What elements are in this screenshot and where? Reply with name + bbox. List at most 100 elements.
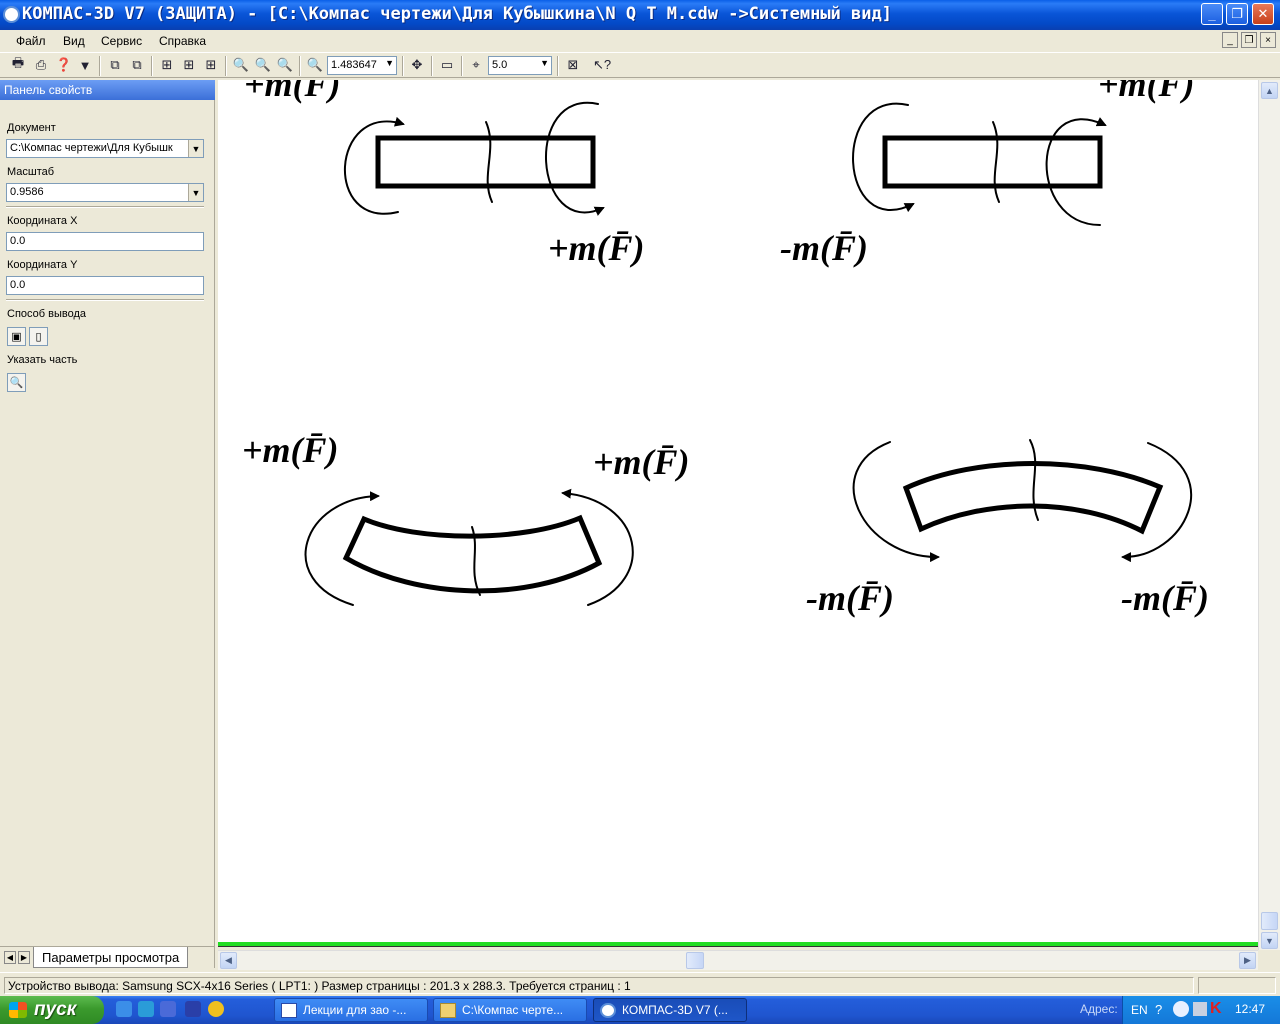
kaspersky-tray-icon[interactable]: K [1210,1000,1222,1018]
menu-view[interactable]: Вид [63,34,85,48]
tab-right-arrow-icon[interactable]: ▶ [18,951,30,964]
coord-y-label: Координата Y [7,259,78,271]
folder-icon [440,1003,456,1018]
mdi-close-button[interactable]: × [1260,32,1276,48]
help-tray-icon[interactable]: ? [1155,1002,1162,1017]
coord-x-value: 0.0 [10,235,26,247]
pan-move-icon[interactable]: ✥ [408,56,426,74]
toolbar-separator [225,56,227,76]
copy-pages-icon[interactable]: ⧉ [106,56,124,74]
kompas-app-icon[interactable] [3,6,20,23]
title-bar[interactable]: КОМПАС-3D V7 (ЗАЩИТА) - [C:\Компас черте… [0,0,1280,30]
moment-label: +m(F̄) [244,80,341,104]
save-disk-icon[interactable] [185,1001,201,1017]
zoom-icon[interactable]: 🔍 [232,56,250,74]
step-cursor-icon[interactable]: ⌖ [467,56,485,74]
media-player-icon[interactable] [208,1001,224,1017]
zoom-in-icon[interactable]: 🔍 [254,56,272,74]
vertical-scrollbar[interactable]: ▲ ▼ [1258,80,1280,950]
moment-label: +m(F̄) [1098,80,1195,104]
zoom-scale-icon[interactable]: 🔍 [306,56,324,74]
context-help-icon[interactable]: ↖? [593,56,611,74]
toolbar-separator [299,56,301,76]
internet-explorer-icon[interactable] [116,1001,132,1017]
scroll-right-icon[interactable]: ▶ [1239,952,1256,969]
beam-top-left [375,135,596,189]
start-button[interactable]: пуск [0,996,104,1024]
moment-arrow-right [561,488,634,606]
drawing-canvas[interactable]: +m(F̄) +m(F̄) +m(F̄) -m(F̄) +m(F̄) +m(F̄… [218,80,1258,942]
menu-help[interactable]: Справка [159,34,206,48]
taskbar-item-folder[interactable]: C:\Компас черте... [433,998,587,1022]
paste-pages-icon[interactable]: ⧉ [128,56,146,74]
vertical-scroll-thumb[interactable] [1261,912,1278,930]
toolbar-separator [402,56,404,76]
moment-label: -m(F̄) [1121,578,1209,618]
scroll-up-icon[interactable]: ▲ [1261,82,1278,99]
coord-y-input[interactable]: 0.0 [6,276,204,295]
restore-button[interactable]: ❐ [1226,3,1248,25]
outlook-icon[interactable] [138,1001,154,1017]
print-icon[interactable]: 🖶 [9,55,27,74]
network-tray-icon[interactable] [1193,1002,1207,1016]
taskbar-item-kompas[interactable]: КОМПАС-3D V7 (... [593,998,747,1022]
moment-arrow-right [1045,117,1107,226]
output-mode-label: Способ вывода [7,308,86,320]
close-button[interactable]: ✕ [1252,3,1274,25]
zoom-scale-value: 1.483647 [331,59,377,71]
layout-rows-icon[interactable]: ⊞ [180,56,198,74]
language-indicator[interactable]: EN [1131,1003,1148,1017]
taskbar-item-label: C:\Компас черте... [462,1003,564,1017]
panel-tab-strip: ◀ ▶ Параметры просмотра [0,946,215,968]
desktop-icon[interactable] [160,1001,176,1017]
print-preview-icon[interactable]: ⎙ [32,56,50,74]
back-tray-icon[interactable] [1173,1001,1189,1017]
horizontal-scroll-thumb[interactable] [686,952,704,969]
stop-process-icon[interactable]: ⊠ [564,56,582,74]
output-page-icon[interactable]: ▣ [7,327,26,346]
moment-label: +m(F̄) [548,228,645,268]
filter-icon[interactable]: ▼ [76,56,94,74]
layout-grid-icon[interactable]: ⊞ [158,56,176,74]
mdi-restore-button[interactable]: ❐ [1241,32,1257,48]
coord-x-input[interactable]: 0.0 [6,232,204,251]
scroll-down-icon[interactable]: ▼ [1261,932,1278,949]
scale-select[interactable]: 0.9586 ▼ [6,183,204,202]
zoom-scale-combo[interactable]: 1.483647 ▼ [327,56,397,75]
minimize-button[interactable]: _ [1201,3,1223,25]
zoom-out-icon[interactable]: 🔍 [276,56,294,74]
step-value: 5.0 [492,59,508,71]
chevron-down-icon[interactable]: ▼ [188,140,203,157]
layout-columns-icon[interactable]: ⊞ [202,56,220,74]
output-sheet-icon[interactable]: ▯ [29,327,48,346]
step-combo[interactable]: 5.0 ▼ [488,56,552,75]
moment-label: -m(F̄) [806,578,894,618]
page-frame-icon[interactable]: ▭ [438,56,456,74]
menu-service[interactable]: Сервис [101,34,142,48]
page-boundary-line [218,942,1258,947]
section-line [485,121,493,203]
window-title: КОМПАС-3D V7 (ЗАЩИТА) - [C:\Компас черте… [22,4,892,24]
moment-arrow-left [343,116,405,215]
chevron-down-icon[interactable]: ▼ [540,58,549,68]
coord-y-value: 0.0 [10,279,26,291]
moment-label: +m(F̄) [593,442,690,482]
scroll-left-icon[interactable]: ◀ [220,952,237,969]
taskbar-item-word[interactable]: Лекции для зао -... [274,998,428,1022]
horizontal-scrollbar[interactable]: ◀ ▶ [218,950,1258,970]
menu-file[interactable]: Файл [16,34,46,48]
mdi-minimize-button[interactable]: _ [1222,32,1238,48]
tab-left-arrow-icon[interactable]: ◀ [4,951,16,964]
chevron-down-icon[interactable]: ▼ [188,184,203,201]
address-toolbar-label[interactable]: Адрес: [1080,1002,1118,1016]
help-page-icon[interactable]: ❓ [55,56,73,74]
moment-label: +m(F̄) [242,430,339,470]
chevron-down-icon[interactable]: ▼ [385,58,394,68]
coord-x-label: Координата X [7,215,78,227]
document-select[interactable]: C:\Компас чертежи\Для Кубышк ▼ [6,139,204,158]
tab-view-parameters[interactable]: Параметры просмотра [33,947,189,968]
select-part-icon[interactable]: 🔍 [7,373,26,392]
toolbar-separator [151,56,153,76]
status-text: Устройство вывода: Samsung SCX-4x16 Seri… [4,977,1194,994]
document-value: C:\Компас чертежи\Для Кубышк [10,142,173,154]
